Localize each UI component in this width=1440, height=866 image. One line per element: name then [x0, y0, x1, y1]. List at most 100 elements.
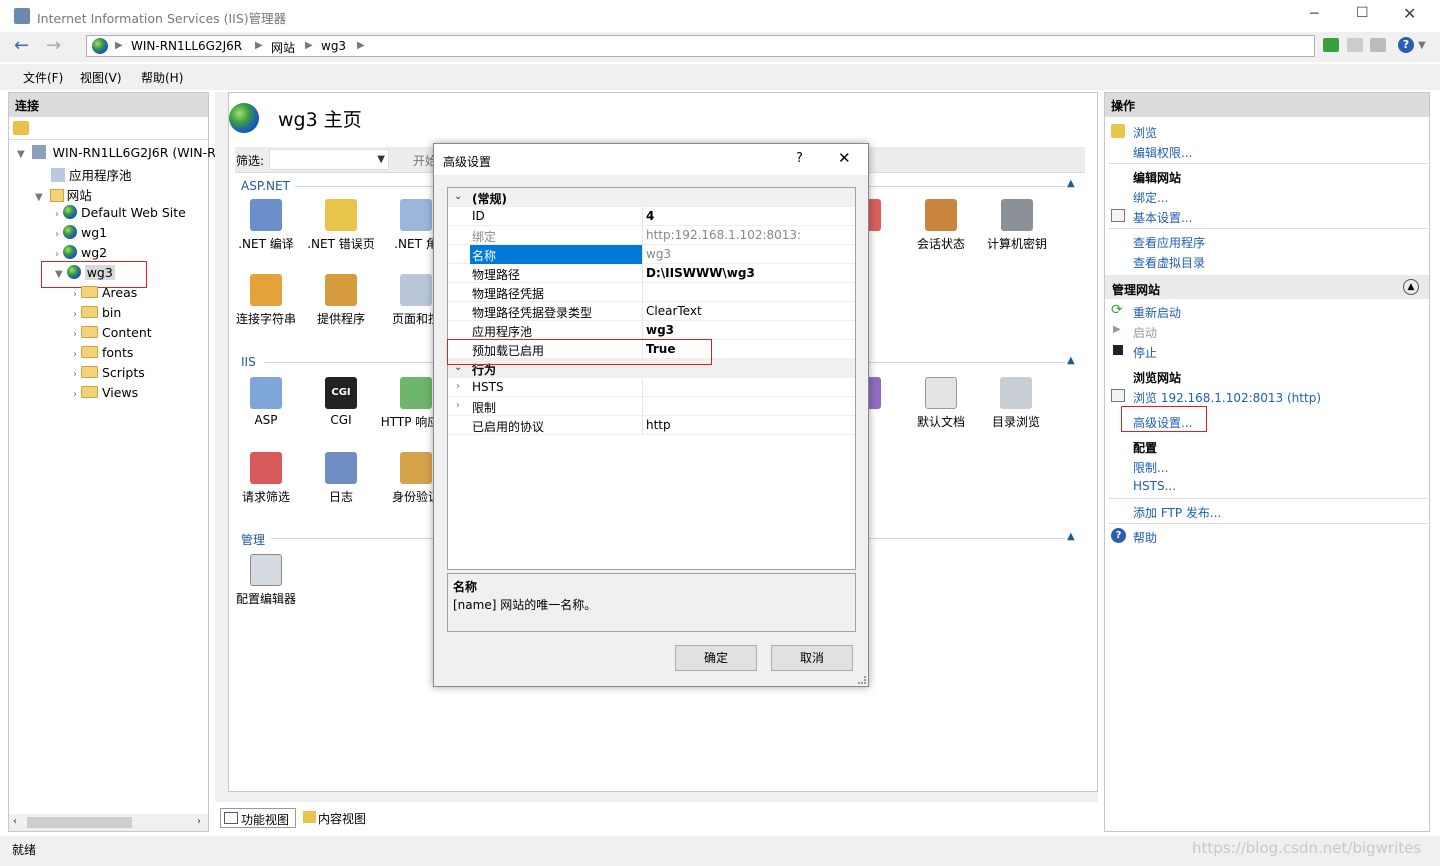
collapse-icon[interactable]: ▲	[1067, 178, 1075, 189]
tree-folder-content[interactable]: › Content	[73, 325, 152, 340]
action-start[interactable]: 启动	[1133, 324, 1157, 341]
tile-providers[interactable]: 提供程序	[306, 274, 376, 327]
close-window-button[interactable]: ✕	[1403, 4, 1416, 23]
menu-view[interactable]: 视图(V)	[80, 69, 122, 86]
description-box: 名称 [name] 网站的唯一名称。	[447, 573, 856, 632]
start-icon: ▶	[1113, 324, 1121, 335]
tile-config-editor[interactable]: 配置编辑器	[231, 554, 301, 607]
tree-server[interactable]: ▼ WIN-RN1LL6G2J6R (WIN-R	[17, 145, 216, 160]
tree-folder-areas[interactable]: › Areas	[73, 285, 137, 300]
dialog-title: 高级设置	[443, 155, 492, 169]
maximize-button[interactable]: ☐	[1356, 5, 1369, 21]
back-icon[interactable]: ←	[14, 35, 29, 56]
prop-row[interactable]: 物理路径凭据登录类型 ClearText	[448, 302, 855, 321]
dialog-close-button[interactable]: ✕	[838, 149, 851, 167]
help-icon[interactable]: ?	[1398, 37, 1414, 53]
menu-help[interactable]: 帮助(H)	[141, 69, 183, 86]
action-hsts[interactable]: HSTS...	[1133, 479, 1176, 493]
tile-net-error[interactable]: .NET 错误页	[306, 199, 376, 252]
crumb-site[interactable]: wg3	[321, 39, 346, 53]
folder-label: Scripts	[101, 365, 145, 380]
folder-label: Content	[101, 325, 152, 340]
collapse-icon[interactable]: ▲	[1067, 355, 1075, 366]
prop-value: wg3	[646, 323, 675, 337]
action-view-applications[interactable]: 查看应用程序	[1133, 234, 1205, 251]
tile-default-document[interactable]: 默认文档	[906, 377, 976, 430]
filter-input[interactable]: ▼	[269, 149, 389, 170]
filter-label: 筛选:	[236, 154, 265, 168]
tile-logging[interactable]: 日志	[306, 452, 376, 505]
prop-row[interactable]: ID 4	[448, 207, 855, 226]
action-restart[interactable]: 重新启动	[1133, 304, 1181, 321]
sites-label: 网站	[66, 188, 92, 203]
tile-directory-browsing[interactable]: 目录浏览	[981, 377, 1051, 430]
tree-app-pools[interactable]: 应用程序池	[51, 165, 132, 184]
action-view-virtual-dirs[interactable]: 查看虚拟目录	[1133, 254, 1205, 271]
prop-row-selected[interactable]: 名称 wg3	[448, 245, 855, 264]
prop-row[interactable]: 绑定 http:192.168.1.102:8013:	[448, 226, 855, 245]
home-icon[interactable]	[1370, 38, 1386, 52]
prop-row[interactable]: 物理路径凭据	[448, 283, 855, 302]
ok-button[interactable]: 确定	[675, 645, 757, 671]
action-bindings[interactable]: 绑定...	[1133, 189, 1168, 206]
stop-icon	[1113, 345, 1123, 355]
action-edit-permissions[interactable]: 编辑权限...	[1133, 144, 1192, 161]
tree-site-wg2[interactable]: › wg2	[55, 245, 107, 260]
prop-row[interactable]: 已启用的协议 http	[448, 416, 855, 435]
tree-folder-fonts[interactable]: › fonts	[73, 345, 133, 360]
prop-row[interactable]: 应用程序池 wg3	[448, 321, 855, 340]
tree-site-wg1[interactable]: › wg1	[55, 225, 107, 240]
cancel-button[interactable]: 取消	[771, 645, 853, 671]
connections-pane: 连接 ▼ WIN-RN1LL6G2J6R (WIN-R 应用程序池 ▼ 网站 ›…	[8, 92, 216, 832]
tile-connection-strings[interactable]: 连接字符串	[231, 274, 301, 327]
crumb-sites[interactable]: 网站	[271, 39, 295, 56]
prop-key: 限制	[472, 401, 497, 415]
minimize-button[interactable]: ─	[1310, 6, 1318, 22]
collapse-icon[interactable]: ▲	[1403, 279, 1419, 295]
section-configure: 配置	[1133, 441, 1158, 455]
breadcrumb[interactable]: ▶ WIN-RN1LL6G2J6R ▶ 网站 ▶ wg3 ▶	[86, 35, 1315, 57]
collapse-icon[interactable]: ▲	[1067, 531, 1075, 542]
forward-icon[interactable]: →	[46, 35, 61, 56]
tile-net-compile[interactable]: .NET 编译	[231, 199, 301, 252]
action-browse[interactable]: 浏览	[1133, 124, 1157, 141]
action-add-ftp[interactable]: 添加 FTP 发布...	[1133, 504, 1221, 521]
tree-folder-scripts[interactable]: › Scripts	[73, 365, 145, 380]
server-label: WIN-RN1LL6G2J6R (WIN-R	[52, 145, 216, 160]
tree-folder-views[interactable]: › Views	[73, 385, 138, 400]
globe-icon	[62, 205, 77, 219]
stop-icon[interactable]	[1347, 38, 1363, 52]
tree-sites[interactable]: ▼ 网站	[35, 185, 92, 204]
actions-header: 操作	[1105, 93, 1429, 117]
tile-machine-key[interactable]: 计算机密钥	[977, 199, 1057, 252]
prop-row[interactable]: › HSTS	[448, 378, 855, 397]
connect-icon[interactable]	[13, 121, 29, 135]
tab-content-view[interactable]: 内容视图	[300, 808, 376, 828]
resize-grip-icon[interactable]	[858, 676, 866, 684]
tile-session-state[interactable]: 会话状态	[906, 199, 976, 252]
crumb-server[interactable]: WIN-RN1LL6G2J6R	[131, 39, 242, 53]
tree-folder-bin[interactable]: › bin	[73, 305, 121, 320]
address-bar: ← → ▶ WIN-RN1LL6G2J6R ▶ 网站 ▶ wg3 ▶ ? ▼	[0, 32, 1440, 62]
action-basic-settings[interactable]: 基本设置...	[1133, 209, 1192, 226]
tab-features-view[interactable]: 功能视图	[220, 808, 296, 828]
dialog-help-button[interactable]: ?	[796, 151, 803, 166]
prop-value: 4	[646, 209, 655, 223]
action-stop[interactable]: 停止	[1133, 344, 1157, 361]
tree-site-default[interactable]: › Default Web Site	[55, 205, 186, 220]
prop-row[interactable]: › 限制	[448, 397, 855, 416]
action-help[interactable]: 帮助	[1133, 529, 1157, 546]
refresh-icon[interactable]	[1323, 38, 1339, 52]
action-browse-link[interactable]: 浏览 192.168.1.102:8013 (http)	[1133, 389, 1321, 406]
menu-file[interactable]: 文件(F)	[23, 69, 63, 86]
highlight-box	[447, 339, 712, 365]
horizontal-scrollbar[interactable]: ‹ ›	[9, 814, 208, 831]
tile-cgi[interactable]: CGI CGI	[306, 377, 376, 427]
folder-icon	[80, 306, 98, 318]
prop-row[interactable]: 物理路径 D:\IISWWW\wg3	[448, 264, 855, 283]
tile-asp[interactable]: ASP	[231, 377, 301, 427]
action-limits[interactable]: 限制...	[1133, 459, 1168, 476]
tile-request-filtering[interactable]: 请求筛选	[231, 452, 301, 505]
folder-label: fonts	[101, 345, 134, 360]
section-general[interactable]: ⌄ (常规)	[448, 188, 855, 207]
